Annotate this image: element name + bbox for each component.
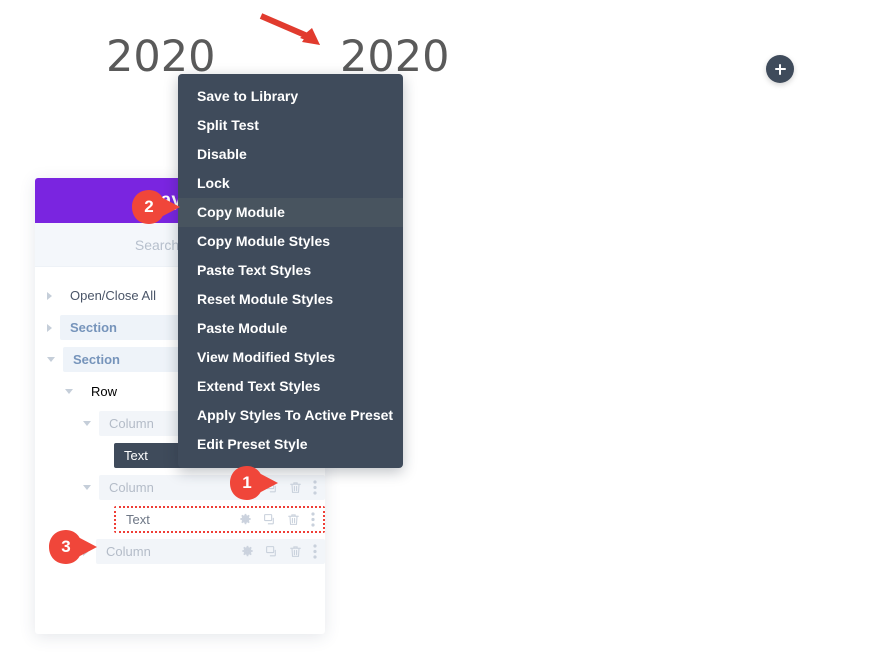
layer-row-actions: [239, 512, 315, 527]
duplicate-icon[interactable]: [265, 545, 278, 558]
duplicate-icon[interactable]: [263, 513, 276, 526]
menu-item-disable[interactable]: Disable: [178, 140, 403, 169]
layer-row-actions: [241, 480, 317, 495]
trash-icon[interactable]: [289, 545, 302, 558]
trash-icon[interactable]: [287, 513, 300, 526]
menu-item-paste-module[interactable]: Paste Module: [178, 314, 403, 343]
plus-icon: [774, 63, 786, 75]
gear-icon[interactable]: [241, 481, 254, 494]
menu-item-copy-module-styles[interactable]: Copy Module Styles: [178, 227, 403, 256]
ellipsis-vertical-icon[interactable]: [311, 512, 315, 527]
trash-icon[interactable]: [287, 513, 300, 526]
layer-row-label: Column: [109, 480, 154, 495]
layer-row-column[interactable]: Column: [35, 539, 325, 564]
trash-icon[interactable]: [289, 481, 302, 494]
add-button[interactable]: [766, 55, 794, 83]
gear-icon[interactable]: [239, 513, 252, 526]
duplicate-icon[interactable]: [265, 545, 278, 558]
menu-item-extend-text-styles[interactable]: Extend Text Styles: [178, 372, 403, 401]
layer-row-actions: [241, 544, 317, 559]
trash-icon[interactable]: [289, 545, 302, 558]
menu-item-paste-text-styles[interactable]: Paste Text Styles: [178, 256, 403, 285]
menu-item-lock[interactable]: Lock: [178, 169, 403, 198]
ellipsis-vertical-icon[interactable]: [313, 544, 317, 559]
gear-icon[interactable]: [241, 481, 254, 494]
layer-row-body[interactable]: Column: [99, 475, 325, 500]
trash-icon[interactable]: [289, 481, 302, 494]
layer-row-body[interactable]: Column: [96, 539, 325, 564]
red-arrow-down-right-icon: [259, 13, 320, 45]
layer-row-label: Column: [106, 544, 151, 559]
chevron-down-icon[interactable]: [65, 389, 73, 394]
ellipsis-vertical-icon[interactable]: [311, 512, 315, 527]
ellipsis-vertical-icon[interactable]: [313, 544, 317, 559]
menu-item-edit-preset-style[interactable]: Edit Preset Style: [178, 430, 403, 459]
gear-icon[interactable]: [239, 513, 252, 526]
ellipsis-vertical-icon[interactable]: [313, 480, 317, 495]
chevron-down-icon[interactable]: [83, 485, 91, 490]
chevron-right-icon[interactable]: [47, 323, 52, 332]
chevron-right-icon[interactable]: [83, 547, 88, 556]
canvas-heading-right: 2020: [340, 32, 450, 82]
menu-item-save-to-library[interactable]: Save to Library: [178, 82, 403, 111]
layer-row-label: Text: [126, 512, 150, 527]
chevron-down-icon[interactable]: [83, 421, 91, 426]
menu-item-copy-module[interactable]: Copy Module: [178, 198, 403, 227]
gear-icon[interactable]: [241, 545, 254, 558]
menu-item-split-test[interactable]: Split Test: [178, 111, 403, 140]
duplicate-icon[interactable]: [265, 481, 278, 494]
canvas-heading-left: 2020: [106, 32, 216, 82]
layer-row-body[interactable]: Text: [114, 506, 325, 533]
duplicate-icon[interactable]: [265, 481, 278, 494]
menu-item-apply-styles-to-active-preset[interactable]: Apply Styles To Active Preset: [178, 401, 403, 430]
duplicate-icon[interactable]: [263, 513, 276, 526]
layer-row-column[interactable]: Column: [35, 475, 325, 500]
menu-item-reset-module-styles[interactable]: Reset Module Styles: [178, 285, 403, 314]
menu-item-view-modified-styles[interactable]: View Modified Styles: [178, 343, 403, 372]
module-context-menu: Save to Library Split Test Disable Lock Copy…: [178, 74, 403, 468]
chevron-right-icon[interactable]: [47, 291, 52, 300]
chevron-down-icon[interactable]: [47, 357, 55, 362]
layer-row-text[interactable]: Text: [35, 506, 325, 533]
gear-icon[interactable]: [241, 545, 254, 558]
ellipsis-vertical-icon[interactable]: [313, 480, 317, 495]
